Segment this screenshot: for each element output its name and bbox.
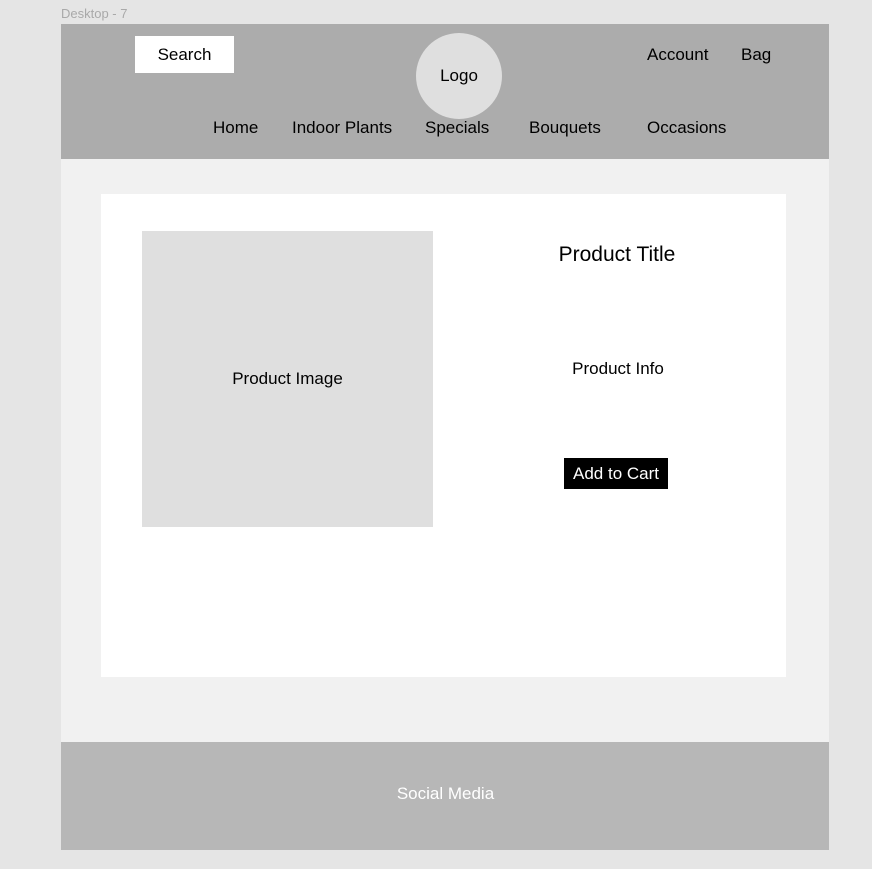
nav-item-specials[interactable]: Specials (425, 117, 489, 139)
search-input[interactable]: Search (135, 36, 234, 73)
account-link[interactable]: Account (647, 44, 708, 66)
nav-item-bouquets[interactable]: Bouquets (529, 117, 601, 139)
footer: Social Media (61, 742, 829, 850)
product-info: Product Info (572, 359, 664, 378)
frame-label: Desktop - 7 (61, 6, 128, 21)
product-card: Product Image Product Title Product Info… (101, 194, 786, 677)
social-media-link[interactable]: Social Media (397, 784, 494, 804)
product-image: Product Image (142, 231, 433, 527)
product-title: Product Title (558, 243, 676, 266)
desktop-frame: Search Logo Account Bag Home Indoor Plan… (61, 24, 829, 850)
nav-item-home[interactable]: Home (213, 117, 258, 139)
logo[interactable]: Logo (416, 33, 502, 119)
nav-item-indoor-plants[interactable]: Indoor Plants (292, 117, 392, 139)
add-to-cart-button[interactable]: Add to Cart (564, 458, 668, 489)
nav-item-occasions[interactable]: Occasions (647, 117, 726, 139)
header: Search Logo Account Bag Home Indoor Plan… (61, 24, 829, 159)
bag-link[interactable]: Bag (741, 44, 771, 66)
